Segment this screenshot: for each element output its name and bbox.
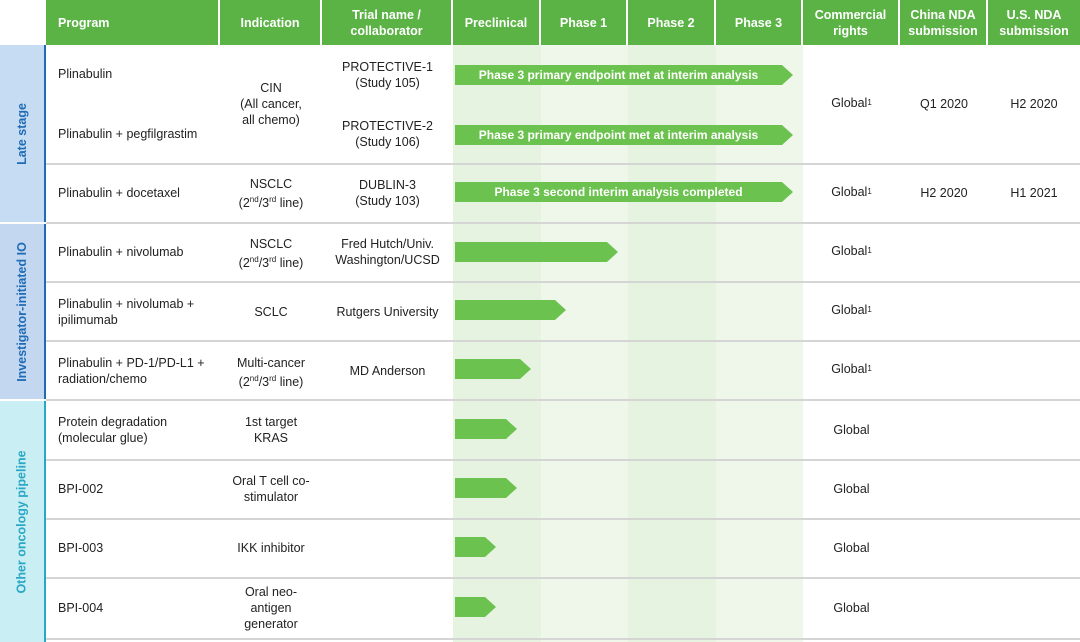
table-cell-us-nda: H2 2020 (1010, 97, 1058, 111)
table-cell-program: Plinabulin + docetaxel (58, 186, 180, 200)
progress-bar: Phase 3 second interim analysis complete… (455, 182, 793, 202)
table-cell-rights: Global (833, 423, 870, 437)
row-separator (46, 638, 1080, 640)
header-phase1: Phase 1 (541, 0, 628, 45)
progress-bar: Phase 3 primary endpoint met at interim … (455, 65, 793, 85)
progress-bar (455, 478, 518, 498)
table-cell-program: BPI-002 (58, 482, 104, 496)
row-separator (46, 222, 1080, 224)
table-cell-trial: PROTECTIVE-1 (Study 105) (342, 60, 433, 90)
table-cell-trial: Fred Hutch/Univ. Washington/UCSD (335, 237, 440, 267)
progress-bar: Phase 3 primary endpoint met at interim … (455, 125, 793, 145)
table-cell-indication: Multi-cancer (2nd/3rd line) (236, 356, 306, 390)
progress-bar (455, 300, 566, 320)
table-cell-indication: CIN (All cancer, all chemo) (240, 81, 302, 127)
table-cell-program: Plinabulin + nivolumab + ipilimumab (58, 297, 195, 327)
table-cell-rights: Global 1 (831, 303, 872, 317)
table-cell-indication: IKK inhibitor (237, 541, 305, 555)
table-cell-program: Plinabulin (58, 67, 113, 81)
table-cell-rights: Global (833, 541, 870, 555)
header-china-nda: China NDA submission (900, 0, 988, 45)
table-cell-indication: NSCLC (2nd/3rd line) (238, 237, 304, 271)
table-cell-us-nda: H1 2021 (1010, 186, 1058, 200)
header-trial: Trial name / collaborator (322, 0, 453, 45)
table-cell-rights: Global (833, 601, 870, 615)
group-late-stage: Late stage (0, 45, 46, 222)
row-separator (46, 399, 1080, 401)
table-cell-china-nda: Q1 2020 (920, 97, 968, 111)
table-cell-rights: Global 1 (831, 362, 872, 376)
table-cell-rights: Global 1 (831, 185, 872, 199)
row-separator (46, 459, 1080, 461)
row-separator (46, 281, 1080, 283)
table-cell-rights: Global 1 (831, 244, 872, 258)
table-cell-indication: Oral neo-antigen generator (244, 585, 298, 631)
header-program: Program (46, 0, 220, 45)
table-cell-indication: Oral T cell co-stimulator (232, 474, 310, 504)
row-separator (46, 518, 1080, 520)
table-cell-rights: Global 1 (831, 96, 872, 110)
progress-bar (455, 242, 618, 262)
group-other-oncology: Other oncology pipeline (0, 401, 46, 642)
table-cell-trial: DUBLIN-3 (Study 103) (355, 178, 420, 208)
table-cell-china-nda: H2 2020 (920, 186, 968, 200)
table-cell-program: BPI-003 (58, 541, 104, 555)
progress-bar (455, 537, 496, 557)
progress-bar (455, 359, 531, 379)
header-commercial-rights: Commercial rights (803, 0, 900, 45)
table-cell-rights: Global (833, 482, 870, 496)
table-cell-program: Plinabulin + pegfilgrastim (58, 127, 198, 141)
table-cell-trial: Rutgers University (336, 305, 439, 319)
table-cell-indication: SCLC (254, 305, 288, 319)
header-preclinical: Preclinical (453, 0, 541, 45)
header-phase3: Phase 3 (716, 0, 803, 45)
table-cell-indication: 1st target KRAS (244, 415, 298, 445)
header-indication: Indication (220, 0, 322, 45)
group-investigator-initiated-io: Investigator-initiated IO (0, 224, 46, 399)
table-cell-program: Plinabulin + PD-1/PD-L1 + radiation/chemo (58, 356, 205, 386)
table-cell-indication: NSCLC (2nd/3rd line) (238, 177, 304, 211)
header-us-nda: U.S. NDA submission (988, 0, 1080, 45)
table-cell-trial: MD Anderson (349, 364, 426, 378)
row-separator (46, 163, 1080, 165)
table-cell-program: Protein degradation (molecular glue) (58, 415, 168, 445)
row-separator (46, 577, 1080, 579)
progress-bar (455, 597, 496, 617)
table-cell-program: Plinabulin + nivolumab (58, 245, 184, 259)
header-phase2: Phase 2 (628, 0, 716, 45)
table-cell-program: BPI-004 (58, 601, 104, 615)
row-separator (46, 340, 1080, 342)
table-cell-trial: PROTECTIVE-2 (Study 106) (342, 119, 433, 149)
progress-bar (455, 419, 518, 439)
